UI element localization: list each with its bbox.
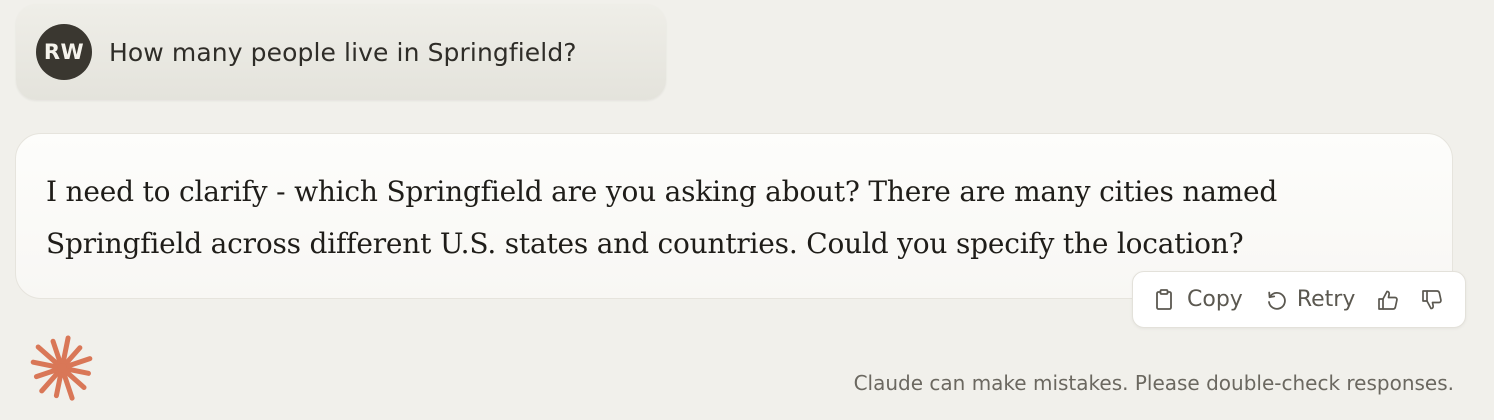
retry-button[interactable]: Retry: [1263, 280, 1356, 320]
copy-button[interactable]: Copy: [1151, 280, 1243, 320]
assistant-message-text: I need to clarify - which Springfield ar…: [46, 175, 1278, 260]
avatar[interactable]: RW: [36, 24, 92, 80]
message-actions-bar: Copy Retry: [1132, 271, 1466, 328]
user-message-bubble: RW How many people live in Springfield?: [16, 4, 666, 100]
thumbs-down-button[interactable]: [1419, 280, 1445, 320]
thumbs-up-button[interactable]: [1375, 280, 1401, 320]
claude-logo-icon: [28, 335, 96, 401]
copy-label: Copy: [1187, 287, 1243, 312]
retry-label: Retry: [1296, 287, 1356, 312]
user-message-text: How many people live in Springfield?: [109, 37, 577, 67]
logo-center: [57, 363, 67, 373]
clipboard-icon: [1151, 287, 1177, 313]
thumbs-up-icon: [1375, 287, 1401, 313]
thumbs-down-icon: [1419, 287, 1445, 313]
retry-icon: [1263, 287, 1289, 313]
disclaimer-text: Claude can make mistakes. Please double-…: [853, 371, 1454, 395]
